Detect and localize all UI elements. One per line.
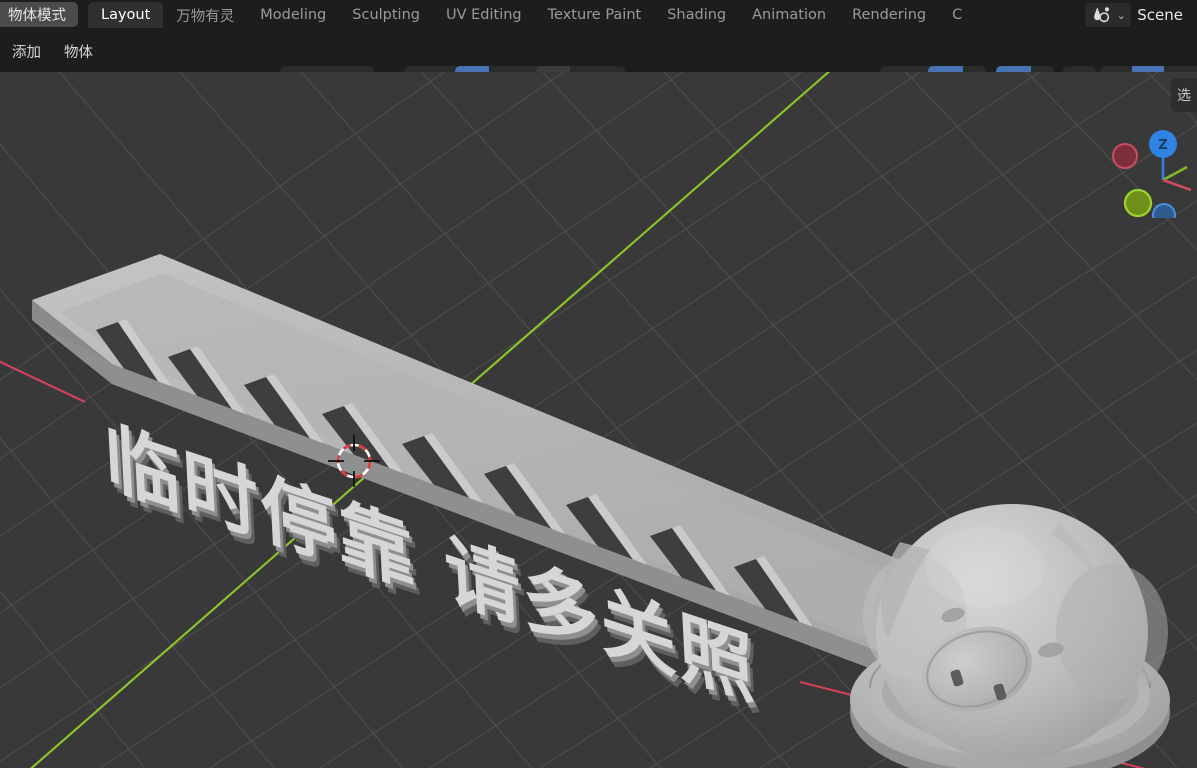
mode-selector[interactable]: 物体模式	[0, 2, 78, 27]
tab-compositing[interactable]: C	[939, 2, 975, 28]
menu-object[interactable]: 物体	[64, 41, 93, 62]
chevron-down-icon: ⌄	[1116, 8, 1126, 22]
neg-z-axis-ball	[1152, 203, 1176, 218]
neg-y-axis-ball	[1123, 188, 1153, 218]
top-bar: 物体模式 Layout 万物有灵 Modeling Sculpting UV E…	[0, 0, 1197, 30]
scene-block: ⌄ Scene	[1085, 0, 1197, 30]
y-axis-line	[1162, 165, 1188, 182]
viewport-header: 添加 物体 全局 ⌄ ⌄	[0, 30, 1197, 96]
sidebar-toggle-tab[interactable]: 选	[1171, 78, 1197, 112]
tab-animation[interactable]: Animation	[739, 2, 839, 28]
3d-cursor	[328, 435, 380, 487]
scene-browse-button[interactable]: ⌄	[1085, 3, 1132, 27]
neg-x-axis-ball	[1112, 143, 1138, 169]
z-axis-label: Z	[1158, 138, 1167, 153]
sidebar-tab-label: 选	[1177, 88, 1191, 104]
tab-sculpting[interactable]: Sculpting	[339, 2, 433, 28]
tab-rendering[interactable]: Rendering	[839, 2, 939, 28]
x-axis-line	[1162, 178, 1191, 192]
tab-shading[interactable]: Shading	[654, 2, 739, 28]
tab-texture-paint[interactable]: Texture Paint	[535, 2, 655, 28]
tab-modeling[interactable]: Modeling	[247, 2, 339, 28]
scene-name-field[interactable]: Scene	[1137, 6, 1197, 24]
scene-browse-icon	[1093, 7, 1109, 23]
menu-add[interactable]: 添加	[12, 41, 41, 62]
tab-uv-editing[interactable]: UV Editing	[433, 2, 535, 28]
viewport-3d[interactable]: 临时停靠 请多关照 临时停靠 请多关照 临时停靠 请多关照 选 Z	[0, 72, 1197, 768]
tab-wanwuyouling[interactable]: 万物有灵	[163, 2, 247, 28]
mode-selector-label: 物体模式	[8, 8, 66, 24]
workspace-tabs: Layout 万物有灵 Modeling Sculpting UV Editin…	[88, 0, 975, 30]
navigation-gizmo[interactable]: Z	[1095, 122, 1191, 218]
tab-layout[interactable]: Layout	[88, 2, 164, 28]
viewport-overlays	[328, 435, 380, 487]
